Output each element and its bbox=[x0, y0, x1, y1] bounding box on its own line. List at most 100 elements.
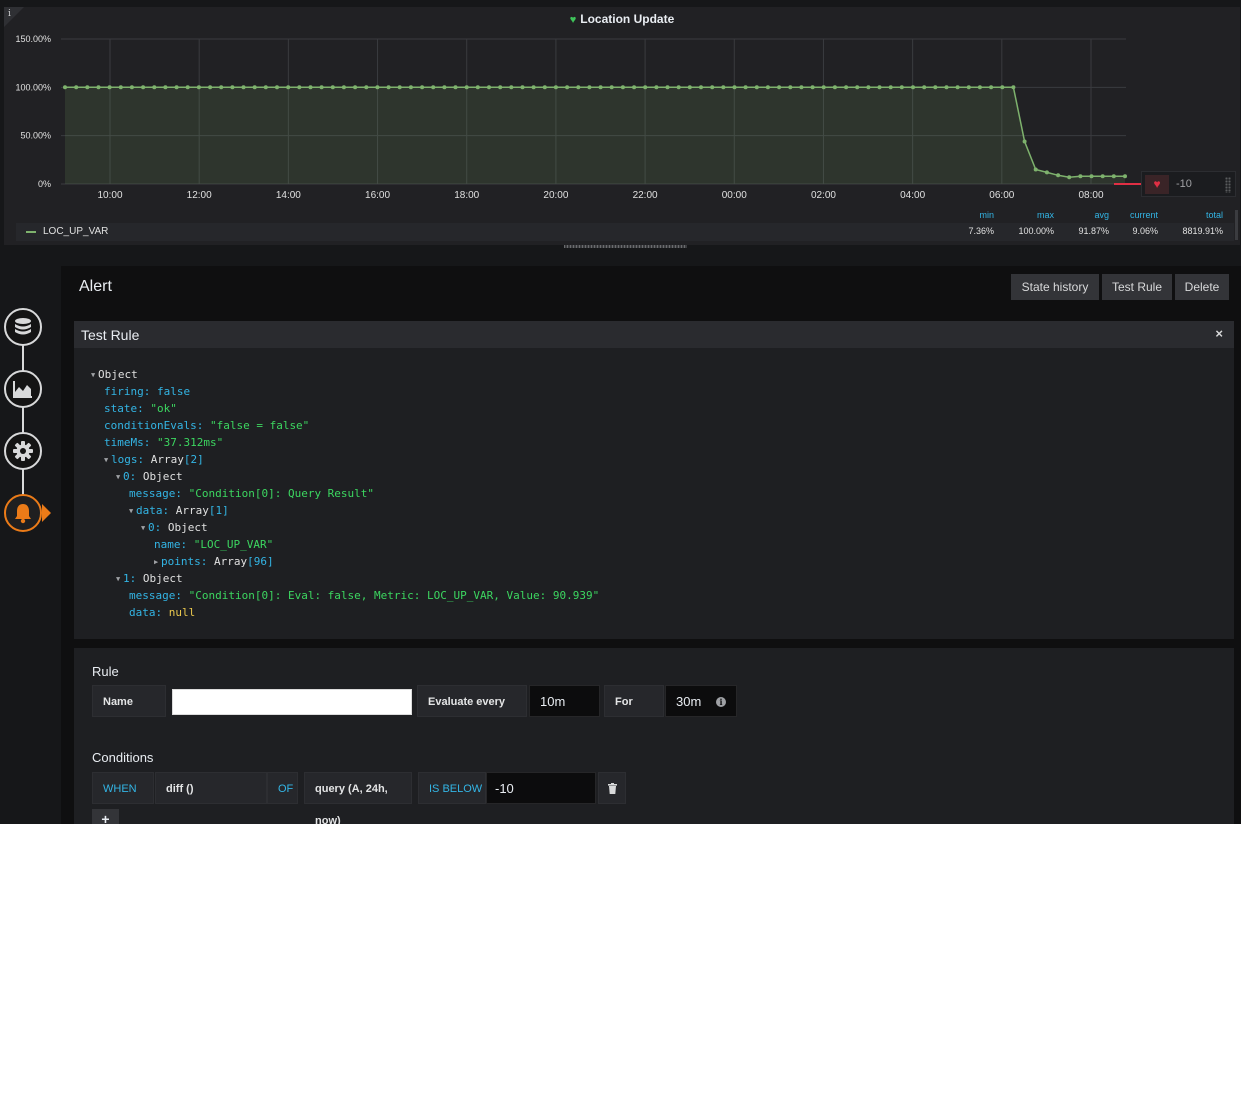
y-tick-label: 150.00% bbox=[15, 34, 51, 44]
x-tick-label: 12:00 bbox=[187, 190, 212, 201]
remove-condition-button[interactable] bbox=[598, 772, 626, 804]
data-point bbox=[799, 85, 804, 90]
close-icon[interactable]: × bbox=[1215, 326, 1223, 341]
data-point bbox=[141, 85, 146, 90]
json-root-row[interactable]: ▼ Object bbox=[91, 366, 599, 383]
add-condition-button[interactable]: + bbox=[92, 809, 119, 824]
x-tick-label: 16:00 bbox=[365, 190, 390, 201]
caret-down-icon[interactable]: ▼ bbox=[141, 520, 148, 537]
json-row-data-0-name: name: "LOC_UP_VAR" bbox=[154, 538, 274, 551]
json-row-logs[interactable]: ▼ logs: Array[2] bbox=[91, 451, 599, 468]
data-point bbox=[230, 85, 235, 90]
json-row-firing: firing: false bbox=[104, 385, 191, 398]
rail-queries-button[interactable] bbox=[4, 308, 42, 346]
x-tick-label: 18:00 bbox=[454, 190, 479, 201]
test-rule-header: Test Rule × bbox=[74, 321, 1234, 348]
info-icon[interactable]: i bbox=[716, 697, 726, 707]
json-row-log-0-data[interactable]: ▼ data: Array[1] bbox=[91, 502, 599, 519]
evaluate-every-input[interactable]: 10m bbox=[529, 685, 600, 717]
json-row-data-0-points[interactable]: ▶ points: Array[96] bbox=[91, 553, 599, 570]
data-point bbox=[565, 85, 570, 90]
data-point bbox=[498, 85, 503, 90]
state-history-button[interactable]: State history bbox=[1011, 274, 1099, 300]
y-tick-label: 0% bbox=[38, 179, 51, 189]
data-point bbox=[453, 85, 458, 90]
data-point bbox=[487, 85, 491, 90]
rail-visualization-button[interactable] bbox=[4, 370, 42, 408]
data-point bbox=[933, 85, 938, 90]
json-row-log-0[interactable]: ▼ 0: Object bbox=[91, 468, 599, 485]
caret-right-icon[interactable]: ▶ bbox=[154, 554, 161, 571]
threshold-value: -10 bbox=[1176, 178, 1192, 190]
json-row-data-0[interactable]: ▼ 0: Object bbox=[91, 519, 599, 536]
data-point bbox=[1078, 174, 1083, 179]
data-point bbox=[899, 85, 904, 90]
test-rule-button[interactable]: Test Rule bbox=[1102, 274, 1172, 300]
data-point bbox=[431, 85, 436, 90]
data-point bbox=[509, 85, 514, 90]
legend-header-total[interactable]: total bbox=[1163, 210, 1223, 220]
data-point bbox=[464, 85, 469, 90]
data-point bbox=[185, 85, 190, 90]
query-select[interactable]: query (A, 24h, now) bbox=[304, 772, 412, 824]
reducer-select[interactable]: diff () bbox=[155, 772, 267, 804]
data-point bbox=[375, 85, 380, 90]
threshold-handle[interactable]: ♥ -10 bbox=[1141, 171, 1236, 197]
x-axis-ticks: 10:00 12:00 14:00 16:00 18:00 20:00 22:00 00:00… bbox=[97, 190, 1103, 201]
data-point bbox=[208, 85, 213, 90]
heart-broken-icon: ♥ bbox=[1145, 175, 1169, 194]
panel-resize-handle[interactable] bbox=[558, 243, 693, 250]
data-point bbox=[74, 85, 79, 90]
for-label: For bbox=[604, 685, 664, 717]
legend-scrollbar[interactable] bbox=[1235, 210, 1238, 240]
x-tick-label: 08:00 bbox=[1078, 190, 1103, 201]
x-tick-label: 04:00 bbox=[900, 190, 925, 201]
drag-handle-icon[interactable] bbox=[1225, 177, 1231, 193]
data-point bbox=[754, 85, 759, 90]
for-input[interactable]: 30m i bbox=[665, 685, 737, 717]
data-point bbox=[1044, 170, 1049, 175]
data-point bbox=[576, 85, 581, 90]
data-point bbox=[263, 85, 268, 90]
delete-button[interactable]: Delete bbox=[1175, 274, 1229, 300]
data-point bbox=[1111, 174, 1116, 179]
test-rule-title: Test Rule bbox=[81, 327, 140, 343]
name-input[interactable] bbox=[172, 689, 412, 715]
graph-chart[interactable]: 150.00% 100.00% 50.00% 0% 10:00 12:00 14:00 16… bbox=[4, 7, 1240, 207]
when-keyword: WHEN bbox=[92, 772, 154, 804]
app-root: i ♥ Location Update 150.00% 100.00% 50.00% 0… bbox=[0, 0, 1241, 824]
threshold-input[interactable]: -10 bbox=[486, 772, 596, 804]
data-point bbox=[364, 85, 369, 90]
data-point bbox=[397, 85, 402, 90]
data-point bbox=[710, 85, 715, 90]
caret-down-icon[interactable]: ▼ bbox=[116, 469, 123, 486]
data-point bbox=[1011, 85, 1016, 90]
json-row-log-0-message: message: "Condition[0]: Query Result" bbox=[129, 487, 375, 500]
legend-swatch[interactable] bbox=[26, 231, 36, 233]
caret-down-icon[interactable]: ▼ bbox=[104, 452, 111, 469]
data-point bbox=[832, 85, 837, 90]
json-row-log-1[interactable]: ▼ 1: Object bbox=[91, 570, 599, 587]
alert-title: Alert bbox=[79, 278, 112, 295]
chart-icon bbox=[13, 381, 32, 398]
data-point bbox=[699, 85, 703, 90]
caret-down-icon[interactable]: ▼ bbox=[129, 503, 136, 520]
data-point bbox=[442, 85, 447, 90]
legend-header-min[interactable]: min bbox=[934, 210, 994, 220]
caret-down-icon[interactable]: ▼ bbox=[116, 571, 123, 588]
evaluator-select[interactable]: IS BELOW bbox=[418, 772, 486, 804]
data-point bbox=[408, 85, 413, 90]
caret-down-icon[interactable]: ▼ bbox=[91, 367, 98, 384]
trash-icon bbox=[607, 782, 617, 794]
x-tick-label: 10:00 bbox=[97, 190, 122, 201]
legend-header-max[interactable]: max bbox=[994, 210, 1054, 220]
legend-header-current[interactable]: current bbox=[1098, 210, 1158, 220]
data-point bbox=[553, 85, 558, 90]
data-point bbox=[1100, 174, 1105, 179]
legend-series-name[interactable]: LOC_UP_VAR bbox=[43, 226, 108, 237]
rail-general-button[interactable] bbox=[4, 432, 42, 470]
rule-title: Rule bbox=[92, 664, 119, 679]
rail-alert-button[interactable] bbox=[4, 494, 42, 532]
data-point bbox=[297, 85, 302, 90]
test-rule-panel: Test Rule × ▼ Object firing: false state:… bbox=[74, 321, 1234, 639]
